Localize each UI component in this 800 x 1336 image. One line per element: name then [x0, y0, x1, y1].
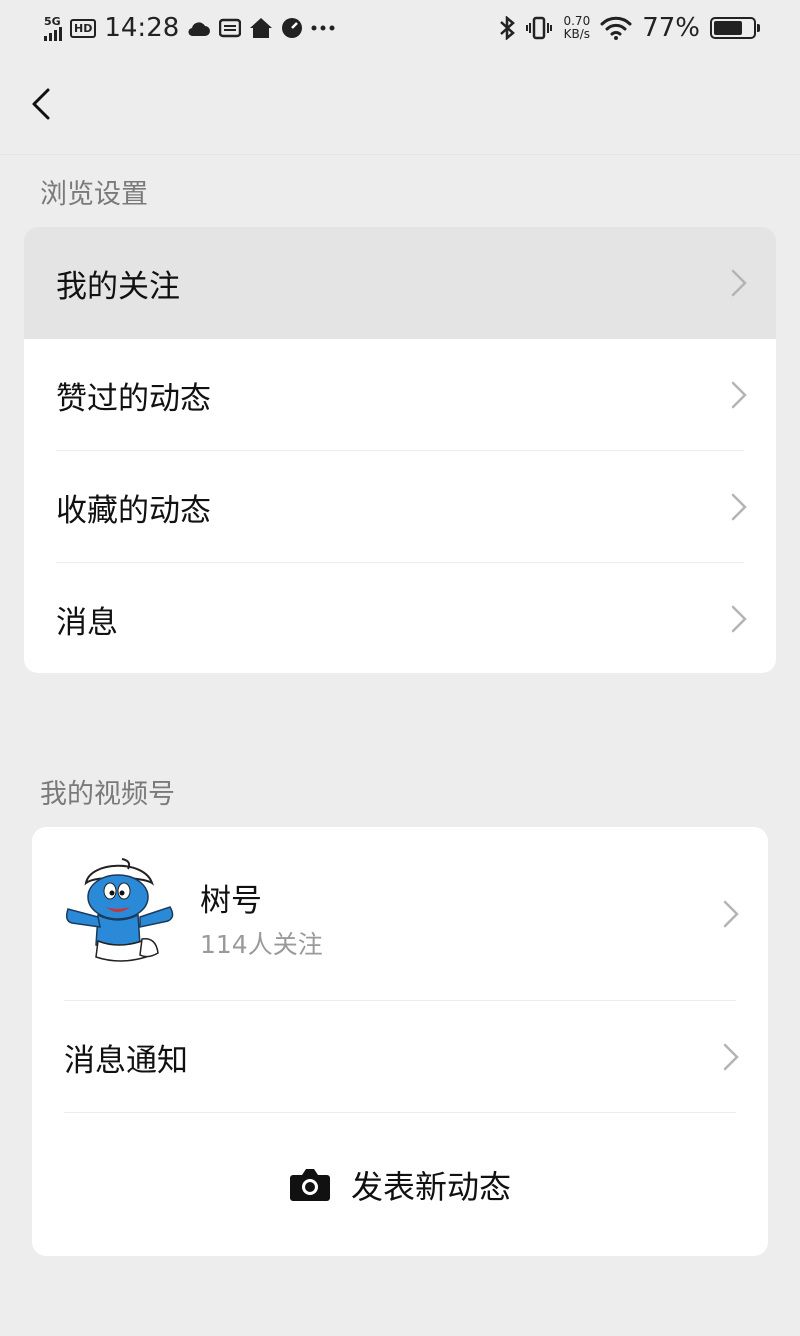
publish-post-button[interactable]: 发表新动态: [32, 1113, 768, 1256]
speedometer-icon: [282, 18, 303, 38]
back-icon[interactable]: [24, 84, 64, 124]
hd-icon: HD: [70, 18, 97, 38]
my-follows-label: 我的关注: [56, 268, 180, 305]
messages-label: 消息: [56, 604, 118, 641]
battery-icon: [710, 17, 760, 39]
battery-percent: 77%: [642, 13, 700, 43]
network-type: 5G: [44, 14, 61, 28]
browse-settings-title: 浏览设置: [40, 179, 148, 210]
channel-profile-row[interactable]: 树号 114人关注: [32, 827, 768, 1001]
chevron-right-icon: [731, 381, 747, 409]
my-channel-title: 我的视频号: [40, 779, 175, 810]
liked-posts-row[interactable]: 赞过的动态: [24, 339, 776, 451]
browse-settings-card: 我的关注 赞过的动态 收藏的动态 消息: [24, 227, 776, 673]
follower-count: 114人关注: [200, 930, 323, 959]
channel-name: 树号: [200, 883, 262, 919]
status-left: 5G HD 14:28: [44, 10, 335, 46]
saved-posts-row[interactable]: 收藏的动态: [24, 451, 776, 563]
nav-bar: [0, 56, 800, 155]
wifi-icon: [600, 16, 632, 40]
status-bar: 5G HD 14:28 0.70 KB/s 77%: [0, 0, 800, 56]
signal-icon: 5G: [44, 16, 62, 41]
publish-post-label: 发表新动态: [350, 1168, 511, 1206]
chevron-right-icon: [731, 269, 747, 297]
home-icon: [250, 18, 273, 38]
net-speed-unit: KB/s: [563, 27, 591, 41]
vibrate-icon: [526, 16, 553, 40]
smurf-avatar: [62, 853, 178, 969]
status-right: 0.70 KB/s 77%: [499, 10, 760, 46]
message-notify-row[interactable]: 消息通知: [32, 1001, 768, 1113]
liked-posts-label: 赞过的动态: [56, 380, 211, 417]
mail-icon: [219, 18, 242, 38]
my-channel-card: 树号 114人关注 消息通知 发表新动态: [32, 827, 768, 1256]
message-notify-label: 消息通知: [64, 1042, 188, 1079]
cloud-icon: [188, 22, 211, 37]
bluetooth-icon: [500, 16, 516, 40]
more-icon: [311, 25, 335, 31]
chevron-right-icon: [731, 605, 747, 633]
chevron-right-icon: [731, 493, 747, 521]
saved-posts-label: 收藏的动态: [56, 492, 211, 529]
my-follows-row[interactable]: 我的关注: [24, 227, 776, 339]
net-speed: 0.70 KB/s: [563, 15, 590, 41]
chevron-right-icon: [723, 1043, 739, 1071]
chevron-right-icon: [723, 900, 739, 928]
clock: 14:28: [104, 13, 180, 43]
camera-icon: [289, 1169, 330, 1201]
messages-row[interactable]: 消息: [24, 563, 776, 673]
